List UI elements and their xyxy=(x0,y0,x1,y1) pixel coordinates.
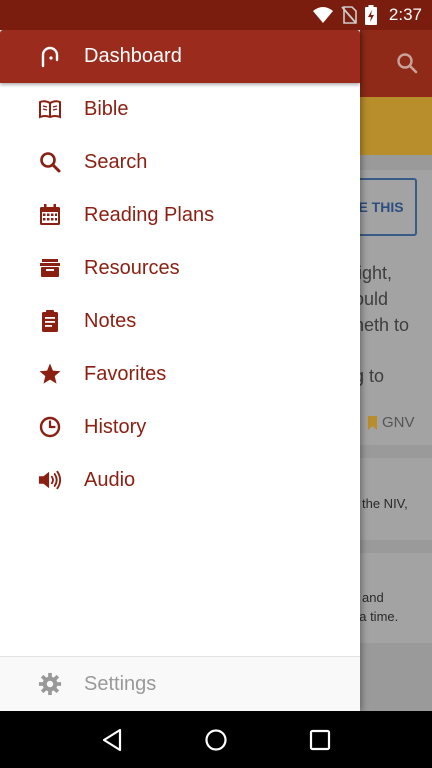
battery-charging-icon xyxy=(364,5,377,25)
wifi-icon xyxy=(312,7,333,23)
drawer-item-notes[interactable]: Notes xyxy=(0,295,360,348)
navigation-drawer: Dashboard Bible Search Reading Plans Res… xyxy=(0,30,360,711)
search-icon xyxy=(38,150,62,174)
drawer-item-label: History xyxy=(84,416,147,438)
drawer-item-label: Settings xyxy=(84,673,157,695)
drawer-item-history[interactable]: History xyxy=(0,401,360,454)
recents-icon[interactable] xyxy=(309,729,331,751)
drawer-item-resources[interactable]: Resources xyxy=(0,242,360,295)
drawer-item-label: Bible xyxy=(84,98,129,120)
drawer-item-dashboard[interactable]: Dashboard xyxy=(0,30,360,83)
dashboard-icon xyxy=(38,44,62,68)
no-sim-icon xyxy=(341,6,357,24)
status-bar: 2:37 xyxy=(0,0,432,30)
drawer-item-label: Favorites xyxy=(84,363,167,385)
search-icon xyxy=(397,53,418,74)
drawer-item-search[interactable]: Search xyxy=(0,136,360,189)
background-verse-line: neth to xyxy=(354,315,410,335)
drawer-item-label: Resources xyxy=(84,257,180,279)
home-icon[interactable] xyxy=(204,728,228,752)
drawer-item-label: Search xyxy=(84,151,148,173)
status-time: 2:37 xyxy=(388,5,422,24)
background-card-text: the NIV, xyxy=(362,496,408,511)
drawer-item-label: Notes xyxy=(84,310,137,332)
calendar-icon xyxy=(38,203,62,227)
background-card-text: and xyxy=(362,590,384,605)
speaker-icon xyxy=(38,468,62,492)
drawer-item-label: Audio xyxy=(84,469,136,491)
open-book-icon xyxy=(38,97,62,121)
archive-box-icon xyxy=(38,256,62,280)
gear-icon xyxy=(38,672,62,696)
drawer-item-audio[interactable]: Audio xyxy=(0,454,360,507)
drawer-item-settings[interactable]: Settings xyxy=(0,658,360,711)
star-icon xyxy=(38,362,62,386)
drawer-item-label: Dashboard xyxy=(84,45,182,67)
drawer-footer: Settings xyxy=(0,656,360,711)
clipboard-notes-icon xyxy=(38,309,62,333)
drawer-item-label: Reading Plans xyxy=(84,204,215,226)
background-version: GNV xyxy=(368,414,415,431)
drawer-item-reading-plans[interactable]: Reading Plans xyxy=(0,189,360,242)
bookmark-icon xyxy=(368,415,377,430)
version-label: GNV xyxy=(382,414,415,431)
drawer-item-bible[interactable]: Bible xyxy=(0,83,360,136)
clock-icon xyxy=(38,415,62,439)
system-navigation-bar xyxy=(0,711,432,768)
drawer-item-favorites[interactable]: Favorites xyxy=(0,348,360,401)
back-icon[interactable] xyxy=(101,728,123,752)
